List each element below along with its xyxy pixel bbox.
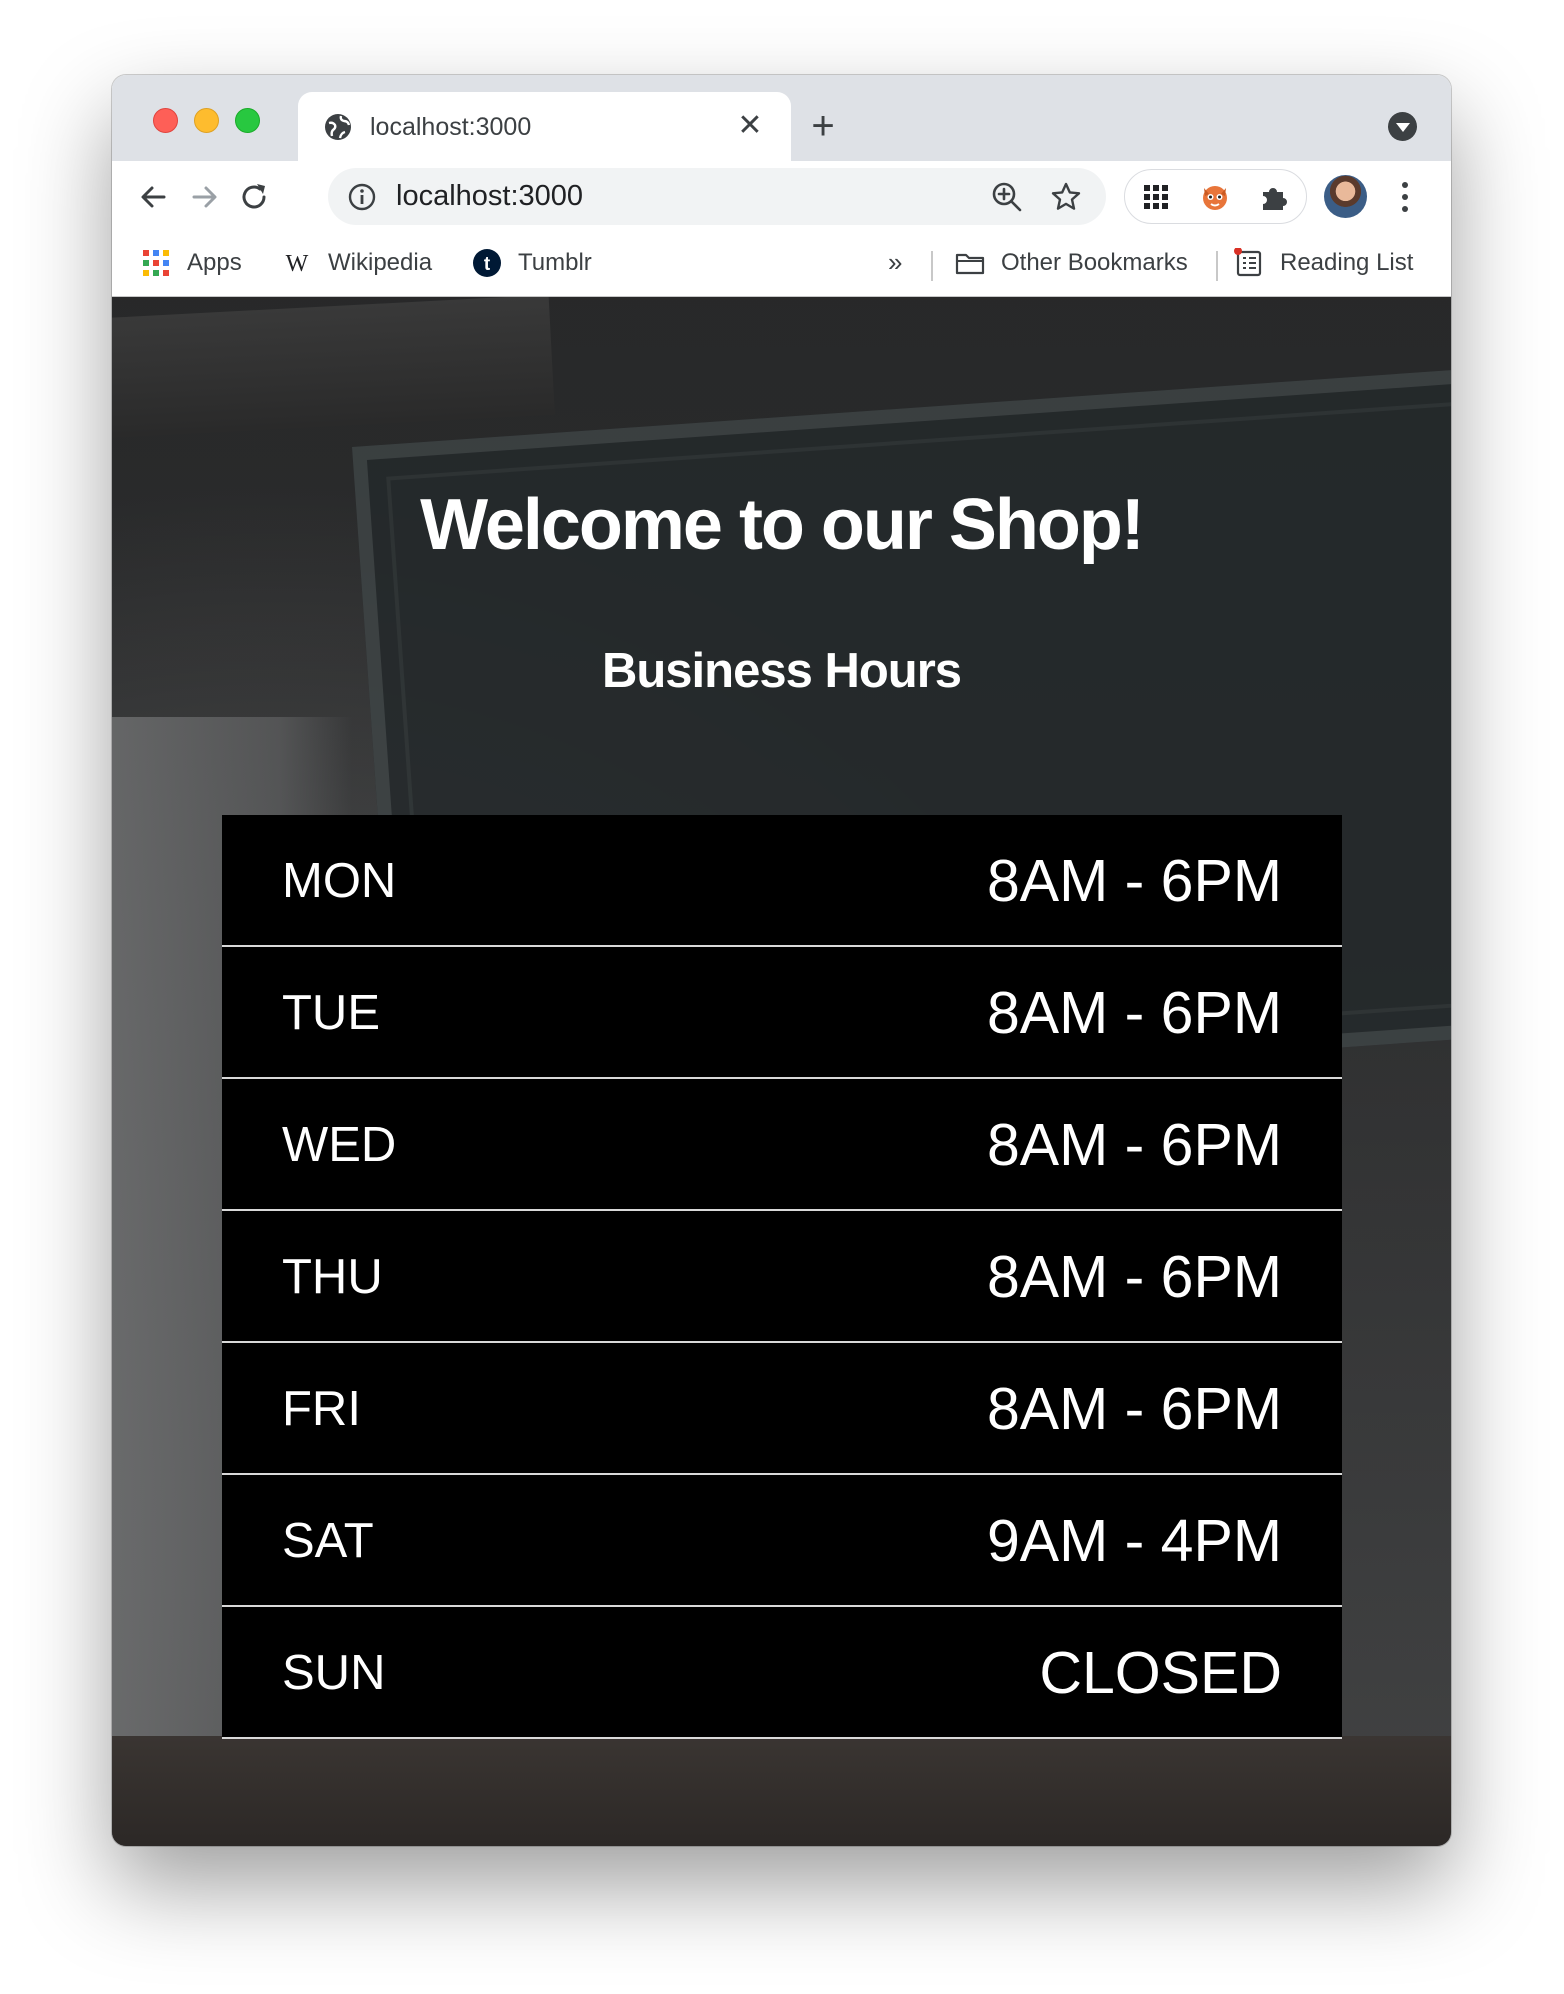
back-arrow-icon[interactable] bbox=[134, 177, 174, 217]
page-viewport: Welcome to our Shop! Business Hours MON … bbox=[112, 297, 1451, 1846]
time-value: 8AM - 6PM bbox=[986, 1244, 1282, 1310]
reading-list-icon bbox=[1234, 248, 1262, 277]
page-subtitle: Business Hours bbox=[601, 644, 962, 698]
tab-search-icon[interactable] bbox=[1388, 112, 1417, 141]
hours-row-thu: THU 8AM - 6PM bbox=[222, 1211, 1342, 1343]
time-value: 8AM - 6PM bbox=[986, 848, 1282, 914]
browser-tab[interactable]: localhost:3000 ✕ bbox=[298, 92, 791, 161]
day-label: FRI bbox=[282, 1382, 361, 1436]
bookmark-tumblr[interactable]: t Tumblr bbox=[472, 246, 592, 280]
svg-text:W: W bbox=[286, 251, 309, 277]
bookmark-label: Wikipedia bbox=[328, 249, 433, 276]
day-label: THU bbox=[282, 1250, 383, 1304]
globe-icon bbox=[325, 114, 351, 140]
apps-grid-extension-icon[interactable] bbox=[1139, 180, 1173, 214]
profile-avatar[interactable] bbox=[1324, 175, 1367, 218]
bookmark-wikipedia[interactable]: W Wikipedia bbox=[282, 246, 432, 280]
extensions-group bbox=[1124, 169, 1307, 224]
time-value: 8AM - 6PM bbox=[986, 1112, 1282, 1178]
forward-arrow-icon[interactable] bbox=[184, 177, 224, 217]
browser-window: localhost:3000 ✕ + localhost:3000 Apps W… bbox=[112, 75, 1451, 1846]
bookmarks-bar: Apps W Wikipedia t Tumblr » Other Bookma… bbox=[112, 233, 1451, 297]
more-bookmarks-chevron-icon[interactable]: » bbox=[888, 247, 902, 278]
bookmark-label: Other Bookmarks bbox=[1001, 249, 1188, 276]
bookmark-label: Reading List bbox=[1280, 249, 1414, 276]
minimize-window-button[interactable] bbox=[194, 108, 219, 133]
time-value: CLOSED bbox=[1039, 1640, 1282, 1706]
hours-row-sun: SUN CLOSED bbox=[222, 1607, 1342, 1739]
day-label: WED bbox=[282, 1118, 397, 1172]
day-label: TUE bbox=[282, 986, 380, 1040]
background-floor bbox=[112, 1736, 1451, 1846]
site-info-icon[interactable] bbox=[347, 182, 377, 212]
reading-list-button[interactable]: Reading List bbox=[1234, 246, 1413, 280]
bookmark-star-icon[interactable] bbox=[1049, 180, 1083, 214]
hours-row-sat: SAT 9AM - 4PM bbox=[222, 1475, 1342, 1607]
page-title: Welcome to our Shop! bbox=[420, 485, 1145, 565]
svg-text:t: t bbox=[484, 254, 491, 275]
close-window-button[interactable] bbox=[153, 108, 178, 133]
bookmark-other-bookmarks[interactable]: Other Bookmarks bbox=[955, 246, 1188, 280]
browser-toolbar: localhost:3000 bbox=[112, 161, 1451, 233]
time-value: 9AM - 4PM bbox=[986, 1508, 1282, 1574]
tab-title: localhost:3000 bbox=[370, 113, 532, 141]
reload-icon[interactable] bbox=[234, 177, 274, 217]
bookmark-apps[interactable]: Apps bbox=[141, 246, 242, 280]
hours-row-wed: WED 8AM - 6PM bbox=[222, 1079, 1342, 1211]
bookmarks-divider bbox=[931, 251, 933, 281]
tab-strip: localhost:3000 ✕ + bbox=[112, 75, 1451, 161]
wikipedia-icon: W bbox=[286, 251, 309, 277]
maximize-window-button[interactable] bbox=[235, 108, 260, 133]
business-hours-table: MON 8AM - 6PM TUE 8AM - 6PM WED 8AM - 6P… bbox=[222, 815, 1342, 1739]
folder-icon bbox=[955, 253, 985, 275]
zoom-icon[interactable] bbox=[990, 180, 1024, 214]
address-bar[interactable]: localhost:3000 bbox=[328, 168, 1106, 225]
day-label: MON bbox=[282, 854, 397, 908]
day-label: SUN bbox=[282, 1646, 386, 1700]
url-text[interactable]: localhost:3000 bbox=[396, 180, 583, 213]
bookmark-label: Apps bbox=[187, 249, 242, 276]
hours-row-fri: FRI 8AM - 6PM bbox=[222, 1343, 1342, 1475]
new-tab-button[interactable]: + bbox=[803, 106, 843, 148]
tab-close-icon[interactable]: ✕ bbox=[734, 110, 766, 142]
bookmarks-divider bbox=[1216, 251, 1218, 281]
time-value: 8AM - 6PM bbox=[986, 1376, 1282, 1442]
hours-row-tue: TUE 8AM - 6PM bbox=[222, 947, 1342, 1079]
fox-extension-icon[interactable] bbox=[1198, 180, 1232, 214]
background-plank bbox=[112, 297, 555, 440]
tumblr-icon: t bbox=[473, 249, 501, 277]
puzzle-extensions-icon[interactable] bbox=[1257, 180, 1291, 214]
more-menu-icon[interactable] bbox=[1397, 177, 1413, 217]
hours-row-mon: MON 8AM - 6PM bbox=[222, 815, 1342, 947]
day-label: SAT bbox=[282, 1514, 374, 1568]
time-value: 8AM - 6PM bbox=[986, 980, 1282, 1046]
bookmark-label: Tumblr bbox=[518, 249, 592, 276]
apps-grid-icon bbox=[143, 250, 169, 276]
